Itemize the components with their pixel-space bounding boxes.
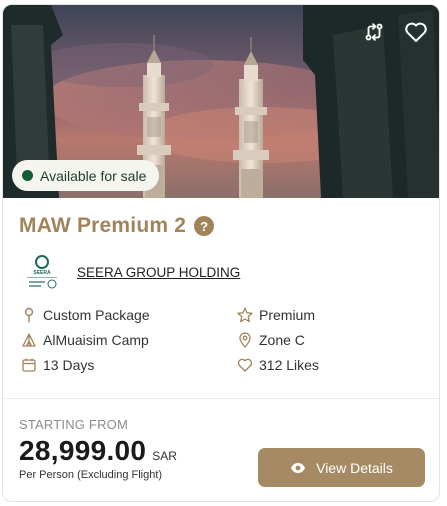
- package-title: MAW Premium 2: [19, 214, 187, 237]
- feature-zone-label: Zone C: [259, 332, 305, 348]
- price-block: STARTING FROM 28,999.00 SAR Per Person (…: [19, 417, 177, 481]
- feature-package: Custom Package: [21, 307, 150, 323]
- star-outline-icon: [237, 307, 253, 323]
- tent-icon: [22, 333, 36, 347]
- section-divider: [3, 398, 439, 399]
- feature-package-label: Custom Package: [43, 307, 150, 323]
- status-badge: Available for sale: [12, 160, 160, 191]
- help-icon[interactable]: ?: [194, 216, 215, 236]
- location-pin-icon: [24, 307, 34, 323]
- package-card[interactable]: Available for sale MAW Premium 2 ? SEERA…: [2, 4, 440, 502]
- price-label: STARTING FROM: [19, 417, 129, 432]
- feature-category: Premium: [237, 307, 315, 323]
- view-details-button[interactable]: View Details: [258, 448, 425, 487]
- heart-outline-icon: [405, 22, 427, 42]
- company-logo: SEERA: [27, 255, 57, 289]
- favorite-button[interactable]: [403, 19, 429, 45]
- heart-outline-icon: [237, 358, 253, 372]
- view-details-label: View Details: [316, 459, 393, 476]
- price-amount: 28,999.00: [19, 435, 147, 466]
- map-pin-icon: [239, 332, 251, 348]
- feature-duration-label: 13 Days: [43, 357, 95, 373]
- status-dot-icon: [22, 170, 33, 181]
- price-currency: SAR: [152, 449, 177, 463]
- feature-zone: Zone C: [237, 332, 305, 348]
- feature-likes-label: 312 Likes: [259, 357, 319, 373]
- eye-icon: [291, 462, 306, 473]
- price-note: Per Person (Excluding Flight): [19, 469, 163, 481]
- svg-text:SEERA: SEERA: [33, 270, 51, 276]
- hero-image: Available for sale: [3, 5, 439, 198]
- feature-category-label: Premium: [259, 307, 316, 323]
- compare-button[interactable]: [361, 19, 387, 45]
- status-badge-label: Available for sale: [40, 167, 147, 184]
- feature-duration: 13 Days: [21, 357, 94, 373]
- company-name-link[interactable]: SEERA GROUP HOLDING: [77, 265, 240, 280]
- feature-camp-label: AlMuaisim Camp: [43, 332, 149, 348]
- feature-camp: AlMuaisim Camp: [21, 332, 149, 348]
- compare-arrows-icon: [365, 23, 383, 41]
- calendar-icon: [22, 358, 36, 372]
- feature-likes: 312 Likes: [237, 357, 319, 373]
